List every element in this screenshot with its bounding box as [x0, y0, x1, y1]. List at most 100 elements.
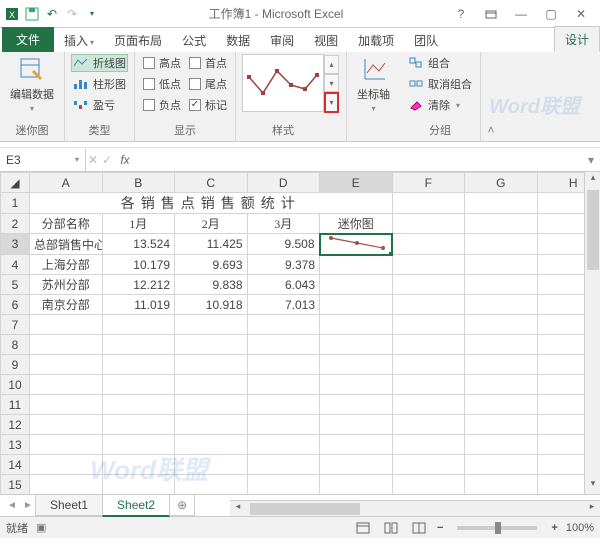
- tab-layout[interactable]: 页面布局: [104, 28, 172, 52]
- cell[interactable]: 3月: [247, 214, 320, 234]
- cell[interactable]: 6.043: [247, 275, 320, 295]
- tab-team[interactable]: 团队: [404, 28, 448, 52]
- cell[interactable]: [320, 295, 393, 315]
- cell[interactable]: [102, 335, 175, 355]
- col-header[interactable]: C: [175, 173, 248, 193]
- select-all-corner[interactable]: ◢: [1, 173, 30, 193]
- cell[interactable]: [30, 355, 103, 375]
- cell[interactable]: 总部销售中心: [30, 234, 103, 255]
- cell[interactable]: [247, 315, 320, 335]
- cell[interactable]: 9.508: [247, 234, 320, 255]
- maximize-icon[interactable]: ▢: [538, 5, 564, 23]
- cell[interactable]: [465, 355, 538, 375]
- cell[interactable]: [320, 255, 393, 275]
- cell[interactable]: [320, 395, 393, 415]
- cell[interactable]: [30, 475, 103, 495]
- cell[interactable]: 10.179: [102, 255, 175, 275]
- row-header[interactable]: 1: [1, 193, 30, 214]
- cell[interactable]: [102, 415, 175, 435]
- cell[interactable]: [175, 435, 248, 455]
- row-header[interactable]: 9: [1, 355, 30, 375]
- row-header[interactable]: 6: [1, 295, 30, 315]
- expand-formula-icon[interactable]: ▾: [582, 153, 600, 167]
- cell[interactable]: [175, 395, 248, 415]
- tab-file[interactable]: 文件: [2, 27, 54, 52]
- cell[interactable]: [465, 315, 538, 335]
- cell[interactable]: [465, 415, 538, 435]
- view-layout-icon[interactable]: [381, 520, 401, 536]
- tab-review[interactable]: 审阅: [260, 28, 304, 52]
- cell[interactable]: [102, 475, 175, 495]
- cell[interactable]: 13.524: [102, 234, 175, 255]
- cell[interactable]: [175, 415, 248, 435]
- cell[interactable]: [465, 295, 538, 315]
- row-header[interactable]: 3: [1, 234, 30, 255]
- cell[interactable]: [247, 455, 320, 475]
- row-header[interactable]: 13: [1, 435, 30, 455]
- sheet-tab-1[interactable]: Sheet1: [35, 495, 103, 516]
- cell[interactable]: [175, 455, 248, 475]
- cell[interactable]: [465, 475, 538, 495]
- cell[interactable]: 12.212: [102, 275, 175, 295]
- cell[interactable]: [465, 435, 538, 455]
- cell[interactable]: [392, 395, 465, 415]
- row-header[interactable]: 10: [1, 375, 30, 395]
- cell[interactable]: [465, 193, 538, 214]
- cell[interactable]: [320, 435, 393, 455]
- axis-button[interactable]: 坐标轴 ▾: [353, 54, 394, 115]
- cell[interactable]: [102, 355, 175, 375]
- close-icon[interactable]: ✕: [568, 5, 594, 23]
- cell[interactable]: [392, 355, 465, 375]
- cell[interactable]: [465, 375, 538, 395]
- col-header[interactable]: G: [465, 173, 538, 193]
- cell[interactable]: 7.013: [247, 295, 320, 315]
- check-high[interactable]: 高点: [141, 54, 183, 72]
- cell[interactable]: [465, 275, 538, 295]
- check-last[interactable]: 尾点: [187, 75, 229, 93]
- cell[interactable]: 9.378: [247, 255, 320, 275]
- qat-dropdown-icon[interactable]: ▾: [84, 6, 100, 22]
- zoom-slider[interactable]: [457, 526, 537, 530]
- group-button[interactable]: 组合: [406, 54, 474, 72]
- cell[interactable]: [392, 234, 465, 255]
- cell[interactable]: 11.425: [175, 234, 248, 255]
- save-icon[interactable]: [24, 6, 40, 22]
- type-winloss-button[interactable]: 盈亏: [71, 96, 128, 114]
- minimize-icon[interactable]: —: [508, 5, 534, 23]
- cell[interactable]: [465, 395, 538, 415]
- row-header[interactable]: 2: [1, 214, 30, 234]
- ribbon-options-icon[interactable]: [478, 5, 504, 23]
- cell[interactable]: [175, 375, 248, 395]
- check-low[interactable]: 低点: [141, 75, 183, 93]
- style-gallery[interactable]: ▴ ▾ ▾: [242, 54, 324, 112]
- cell[interactable]: [392, 255, 465, 275]
- cell[interactable]: [247, 415, 320, 435]
- gallery-more-button[interactable]: ▾: [324, 92, 339, 113]
- scroll-right-icon[interactable]: ▸: [584, 501, 600, 517]
- row-header[interactable]: 14: [1, 455, 30, 475]
- cell[interactable]: [102, 315, 175, 335]
- gallery-down-icon[interactable]: ▾: [324, 74, 339, 93]
- row-header[interactable]: 15: [1, 475, 30, 495]
- col-header[interactable]: E: [320, 173, 393, 193]
- cell[interactable]: [392, 214, 465, 234]
- scroll-left-icon[interactable]: ◂: [230, 501, 246, 517]
- cell[interactable]: [102, 435, 175, 455]
- cell[interactable]: [320, 315, 393, 335]
- tab-insert[interactable]: 插入▾: [54, 28, 104, 52]
- cell[interactable]: [392, 415, 465, 435]
- cell[interactable]: [320, 275, 393, 295]
- cell[interactable]: [102, 455, 175, 475]
- cell[interactable]: [392, 475, 465, 495]
- cell[interactable]: [392, 375, 465, 395]
- chevron-down-icon[interactable]: ▾: [75, 155, 79, 164]
- row-header[interactable]: 12: [1, 415, 30, 435]
- cell[interactable]: 苏州分部: [30, 275, 103, 295]
- sheet-tab-2[interactable]: Sheet2: [102, 495, 170, 517]
- cell[interactable]: [102, 395, 175, 415]
- col-header[interactable]: D: [247, 173, 320, 193]
- cell[interactable]: [320, 234, 393, 255]
- cell[interactable]: [320, 375, 393, 395]
- hscroll-thumb[interactable]: [250, 503, 360, 515]
- cell[interactable]: [465, 255, 538, 275]
